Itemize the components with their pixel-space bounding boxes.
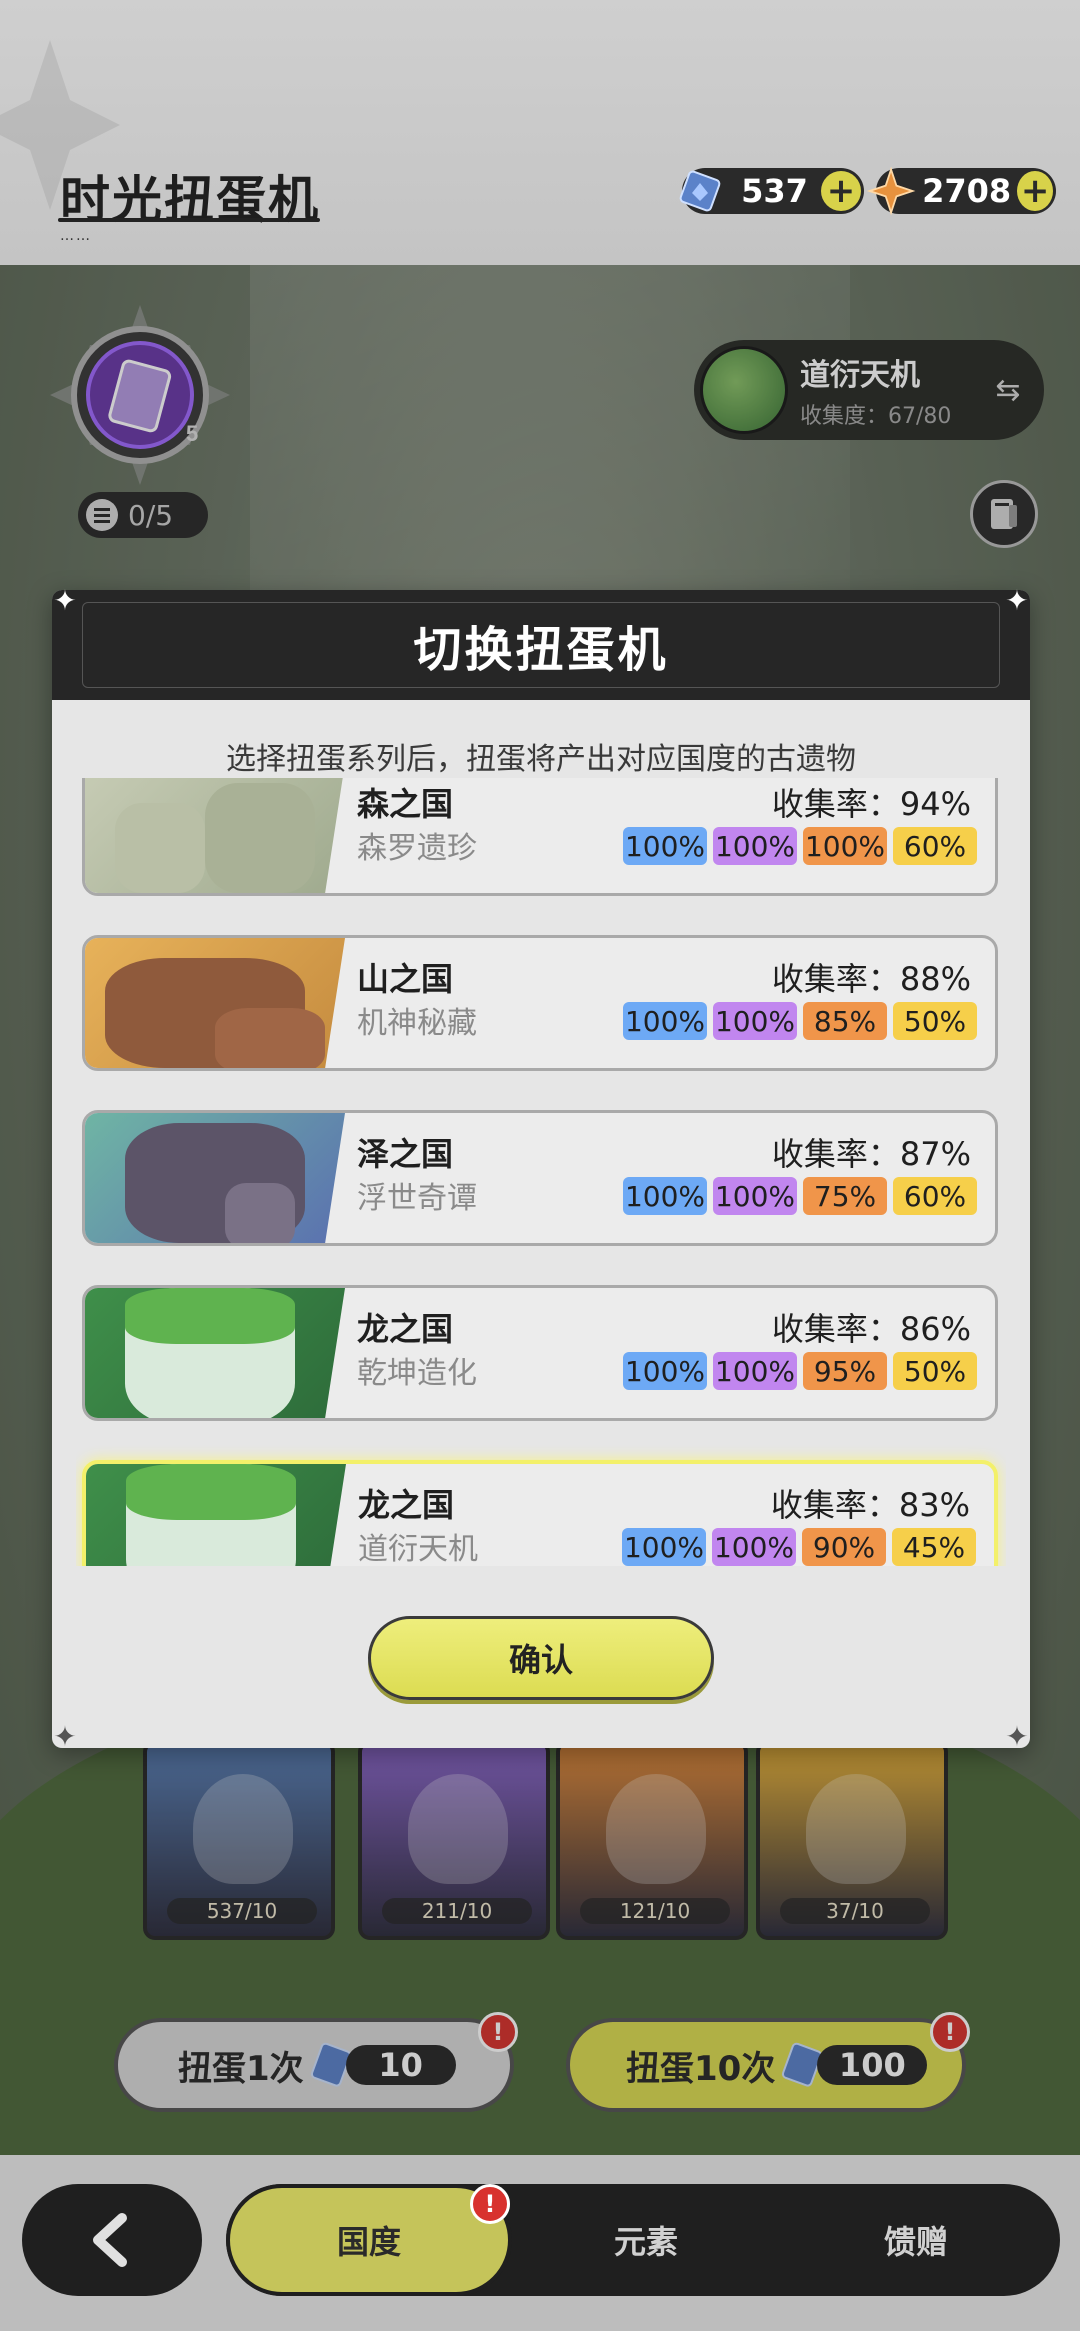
series-row-forest[interactable]: 森之国 森罗遗珍 收集率：94% 100% 100% 100% 60% (82, 778, 998, 896)
rarity-badge-purple: 100% (713, 1352, 797, 1390)
collection-rate: 收集率：88% (771, 960, 971, 998)
series-row-mountain[interactable]: 山之国 机神秘藏 收集率：88% 100% 100% 85% 50% (82, 935, 998, 1071)
rarity-badge-orange: 100% (803, 827, 887, 865)
modal-description: 选择扭蛋系列后，扭蛋将产出对应国度的古遗物 (226, 742, 856, 777)
rarity-badge-yellow: 60% (893, 827, 977, 865)
collection-rate: 收集率：83% (770, 1486, 970, 1524)
rarity-badge-purple: 100% (713, 827, 797, 865)
series-title: 道衍天机 (358, 1532, 478, 1566)
forest-thumbnail (85, 778, 345, 893)
currency-gem: 537 + (679, 168, 864, 214)
rarity-badge-blue: 100% (623, 1002, 707, 1040)
series-region: 山之国 (357, 960, 454, 998)
series-title: 森罗遗珍 (357, 831, 477, 866)
dragon-thumbnail (86, 1464, 346, 1566)
add-crystal-button[interactable]: + (1017, 171, 1053, 211)
rarity-badge-purple: 100% (713, 1177, 797, 1215)
rarity-badge-yellow: 50% (893, 1352, 977, 1390)
collection-rate: 收集率：87% (771, 1135, 971, 1173)
rarity-badge-blue: 100% (623, 1352, 707, 1390)
rarity-badge-yellow: 45% (892, 1528, 976, 1566)
rarity-badge-blue: 100% (623, 827, 707, 865)
corner-ornament-icon: ✦ (53, 1720, 77, 1753)
series-region: 森之国 (357, 785, 454, 823)
tab-gift[interactable]: 馈赠 (786, 2184, 1046, 2296)
rarity-badge-orange: 75% (803, 1177, 887, 1215)
mountain-thumbnail (85, 938, 345, 1068)
corner-ornament-icon: ✦ (1005, 1720, 1029, 1753)
series-row-dragon-1[interactable]: 龙之国 乾坤造化 收集率：86% 100% 100% 95% 50% (82, 1285, 998, 1421)
series-list[interactable]: 森之国 森罗遗珍 收集率：94% 100% 100% 100% 60% 山之国 … (76, 778, 1006, 1566)
rarity-badge-yellow: 50% (893, 1002, 977, 1040)
rarity-badge-purple: 100% (712, 1528, 796, 1566)
rarity-badge-orange: 90% (802, 1528, 886, 1566)
gem-count: 537 (741, 172, 808, 210)
dragon-thumbnail (85, 1288, 345, 1418)
rarity-badge-orange: 95% (803, 1352, 887, 1390)
tab-realm[interactable]: 国度 (226, 2184, 512, 2296)
collection-rate: 收集率：86% (771, 1310, 971, 1348)
rarity-badge-orange: 85% (803, 1002, 887, 1040)
series-region: 龙之国 (358, 1486, 455, 1524)
collection-rate: 收集率：94% (771, 785, 971, 823)
tab-bar: 国度 元素 馈赠 (226, 2184, 1060, 2296)
series-row-dragon-2[interactable]: 龙之国 道衍天机 收集率：83% 100% 100% 90% 45% (82, 1460, 998, 1566)
title-underline (58, 218, 320, 222)
series-region: 龙之国 (357, 1310, 454, 1348)
back-button[interactable] (22, 2184, 202, 2296)
gem-ticket-icon (679, 170, 721, 212)
rarity-badge-blue: 100% (622, 1528, 706, 1566)
series-row-marsh[interactable]: 泽之国 浮世奇谭 收集率：87% 100% 100% 75% 60% (82, 1110, 998, 1246)
corner-ornament-icon: ✦ (53, 584, 77, 617)
series-title: 乾坤造化 (357, 1356, 477, 1391)
series-region: 泽之国 (357, 1135, 454, 1173)
crystal-count: 2708 (922, 172, 1012, 210)
chevron-left-icon (93, 2213, 127, 2267)
star-crystal-icon (866, 166, 916, 216)
add-gem-button[interactable]: + (821, 171, 861, 211)
currency-crystal: 2708 + (866, 166, 1056, 216)
series-title: 浮世奇谭 (357, 1181, 477, 1216)
modal-title: 切换扭蛋机 (413, 622, 669, 678)
confirm-button[interactable]: 确认 (368, 1616, 714, 1700)
switch-machine-modal: 切换扭蛋机 ✦ ✦ ✦ ✦ 选择扭蛋系列后，扭蛋将产出对应国度的古遗物 森之国 … (52, 586, 1030, 1752)
rarity-badge-purple: 100% (713, 1002, 797, 1040)
marsh-thumbnail (85, 1113, 345, 1243)
rarity-badge-blue: 100% (623, 1177, 707, 1215)
series-title: 机神秘藏 (357, 1006, 477, 1041)
rarity-badge-yellow: 60% (893, 1177, 977, 1215)
top-header: 时光扭蛋机 …… 537 + 2708 + (0, 0, 1080, 265)
tab-element[interactable]: 元素 (526, 2184, 766, 2296)
title-dots: …… (60, 228, 92, 244)
tab-alert: ! (470, 2184, 510, 2224)
corner-ornament-icon: ✦ (1005, 584, 1029, 617)
